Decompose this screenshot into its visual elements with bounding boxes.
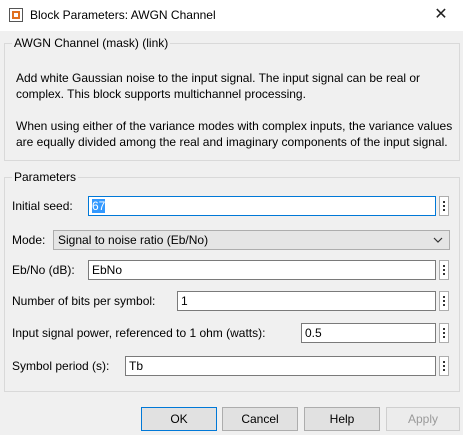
ebno-row: Eb/No (dB):	[12, 259, 75, 281]
initial-seed-label: Initial seed:	[12, 199, 73, 213]
symbol-period-more-button[interactable]	[439, 356, 449, 376]
bits-per-symbol-more-button[interactable]	[439, 291, 449, 311]
symbol-period-input[interactable]: Tb	[125, 356, 436, 376]
simulink-block-icon	[9, 8, 23, 22]
mask-heading: AWGN Channel (mask) (link)	[14, 36, 169, 50]
input-power-row: Input signal power, referenced to 1 ohm …	[12, 322, 265, 344]
symbol-period-row: Symbol period (s):	[12, 355, 109, 377]
cancel-button[interactable]: Cancel	[222, 407, 298, 431]
symbol-period-label: Symbol period (s):	[12, 359, 110, 373]
help-button[interactable]: Help	[304, 407, 380, 431]
initial-seed-row: Initial seed:	[12, 195, 73, 217]
ok-button[interactable]: OK	[141, 407, 217, 431]
mode-value: Signal to noise ratio (Eb/No)	[58, 233, 209, 247]
input-power-input[interactable]: 0.5	[301, 323, 436, 343]
initial-seed-value: 67	[92, 199, 106, 213]
bits-per-symbol-row: Number of bits per symbol:	[12, 290, 155, 312]
mode-label: Mode:	[12, 233, 46, 247]
window-title: Block Parameters: AWGN Channel	[30, 8, 216, 22]
close-button[interactable]: ✕	[427, 3, 455, 27]
title-bar: Block Parameters: AWGN Channel ✕	[0, 0, 463, 31]
mask-description-group: AWGN Channel (mask) (link) Add white Gau…	[4, 36, 460, 161]
mask-description-1: Add white Gaussian noise to the input si…	[16, 71, 421, 101]
ebno-input[interactable]: EbNo	[88, 260, 436, 280]
initial-seed-more-button[interactable]	[439, 196, 449, 216]
bits-per-symbol-input[interactable]: 1	[177, 291, 436, 311]
parameters-heading: Parameters	[14, 170, 77, 184]
chevron-down-icon	[433, 237, 443, 243]
bits-per-symbol-label: Number of bits per symbol:	[12, 294, 156, 308]
input-power-label: Input signal power, referenced to 1 ohm …	[12, 326, 266, 340]
close-icon: ✕	[434, 6, 448, 23]
ebno-label: Eb/No (dB):	[12, 263, 75, 277]
mask-description-2: When using either of the variance modes …	[16, 119, 453, 149]
mode-row: Mode:	[12, 229, 45, 251]
input-power-more-button[interactable]	[439, 323, 449, 343]
ebno-more-button[interactable]	[439, 260, 449, 280]
apply-button[interactable]: Apply	[386, 407, 460, 431]
initial-seed-input[interactable]: 67	[88, 196, 436, 216]
mode-dropdown[interactable]: Signal to noise ratio (Eb/No)	[53, 230, 450, 250]
